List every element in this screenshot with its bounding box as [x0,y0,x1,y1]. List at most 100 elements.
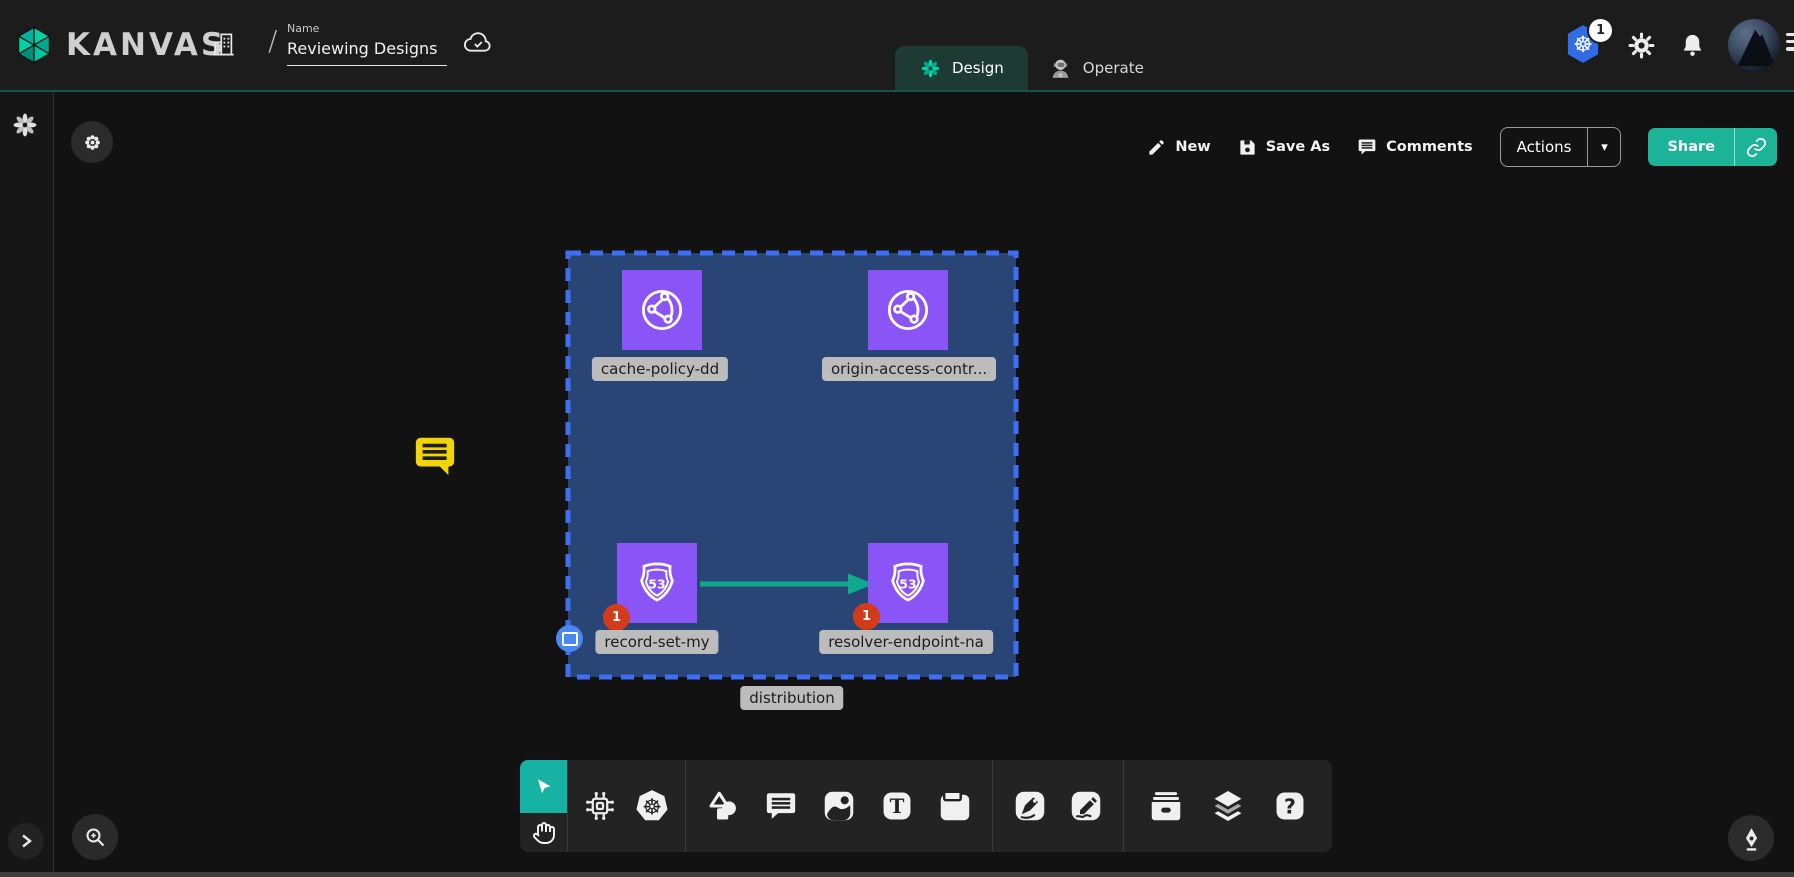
pen-nib-icon [1739,826,1764,851]
comments-button-label: Comments [1386,139,1473,155]
copy-link-icon[interactable] [1734,128,1777,166]
actions-dropdown[interactable]: Actions ▾ [1500,127,1622,167]
breadcrumb-separator: / [268,24,277,57]
header-right: ☸ 1 [1564,0,1780,90]
cloudfront-globe-icon [636,284,688,336]
design-name-input[interactable] [287,35,447,66]
avatar-silhouette [1728,19,1780,71]
kubernetes-context-count-badge: 1 [1587,17,1614,44]
organization-building-icon[interactable] [210,30,237,59]
layers-icon [1209,787,1247,825]
mode-tabs: Design Operate [895,46,1164,90]
route53-shield-icon: 53 [883,558,933,608]
node-resolver-endpoint[interactable]: 53 [868,543,948,623]
record-set-issue-badge[interactable]: 1 [603,604,630,631]
new-button[interactable]: New [1147,138,1210,157]
image-icon [821,788,857,824]
whiteboard-pen-button[interactable] [1728,815,1774,861]
sidebar-expand-button[interactable] [8,823,44,859]
chip-icon [582,788,618,824]
pointer-tools-column [520,760,568,852]
drawer-archive-icon [1147,787,1185,825]
component-tools-section: ☸ [568,760,686,852]
drawer-tool[interactable] [1146,786,1186,826]
frame-icon [937,788,973,824]
node-origin-access-control[interactable] [868,270,948,350]
node-label-record-set[interactable]: record-set-my [595,630,718,654]
floppy-save-icon [1238,138,1257,157]
route53-number: 53 [899,576,916,591]
comment-pin[interactable] [412,432,458,478]
group-selection-handle[interactable] [556,625,583,652]
layers-tool[interactable] [1208,786,1248,826]
shapes-tool[interactable] [703,786,743,826]
bottom-edge-strip [0,872,1794,877]
kubernetes-context-button[interactable]: ☸ 1 [1564,23,1604,67]
comments-icon [1357,137,1377,157]
notifications-bell-icon[interactable] [1679,32,1706,59]
chevron-down-icon[interactable]: ▾ [1587,128,1620,166]
design-name-label: Name [287,22,447,35]
image-tool[interactable] [819,786,859,826]
help-tool[interactable]: ? [1270,786,1310,826]
hand-icon [532,821,556,845]
user-avatar[interactable] [1728,19,1780,71]
new-button-label: New [1175,139,1210,155]
pencil-icon [1147,138,1166,157]
pen-tool[interactable] [1010,786,1050,826]
design-swirl-icon [919,57,942,80]
cursor-arrow-icon [533,776,555,798]
pan-tool[interactable] [520,814,567,852]
meshery-swirl-icon[interactable] [10,110,40,140]
comments-button[interactable]: Comments [1357,137,1473,157]
pencil-tool[interactable] [1066,786,1106,826]
kanvas-app: KANVAS / Name [0,0,1794,877]
node-label-origin-access-control[interactable]: origin-access-contr... [822,357,996,381]
zoom-in-button[interactable] [72,814,118,860]
frame-tool[interactable] [935,786,975,826]
node-label-resolver-endpoint[interactable]: resolver-endpoint-na [819,630,993,654]
text-tool[interactable]: T [877,786,917,826]
dock-flower-button[interactable] [71,121,113,163]
text-tool-icon: T [880,789,914,823]
hamburger-menu-icon[interactable] [1786,33,1794,55]
node-cache-policy[interactable] [622,270,702,350]
select-tool[interactable] [520,760,567,813]
tool-dock: ☸ [520,760,1332,852]
comment-icon [764,789,798,823]
share-button-label: Share [1648,128,1734,166]
node-record-set[interactable]: 53 [617,543,697,623]
cloud-sync-icon [462,30,494,55]
node-label-cache-policy[interactable]: cache-policy-dd [592,357,728,381]
comment-tool[interactable] [761,786,801,826]
chevron-right-icon [17,832,35,850]
kanvas-logo-icon [12,22,56,68]
settings-gear-icon[interactable] [1626,30,1657,61]
resolver-endpoint-issue-badge[interactable]: 1 [853,603,880,630]
edge-record-set-to-resolver[interactable] [698,568,880,600]
meshery-components-tool[interactable] [580,786,620,826]
svg-text:?: ? [1284,794,1296,818]
route53-shield-icon: 53 [632,558,682,608]
tab-operate[interactable]: Operate [1028,46,1164,90]
kubernetes-components-tool[interactable]: ☸ [632,786,672,826]
left-sidebar [0,92,54,877]
utility-tools-section: ? [1124,760,1332,852]
flower-icon [81,131,104,154]
tab-operate-label: Operate [1083,59,1144,77]
shapes-icon [705,788,741,824]
pen-path-icon [1012,788,1048,824]
save-as-button-label: Save As [1266,139,1330,155]
group-label-distribution[interactable]: distribution [740,686,843,710]
comment-pin-icon [412,432,458,478]
canvas-action-bar: New Save As Comments Actions ▾ Share [1147,127,1777,167]
question-mark-icon: ? [1273,789,1307,823]
annotation-tools-section: T [686,760,994,852]
tab-design[interactable]: Design [895,46,1028,90]
save-as-button[interactable]: Save As [1238,138,1330,157]
design-name-block: Name [287,22,447,66]
actions-dropdown-label: Actions [1501,128,1588,166]
tab-design-label: Design [952,59,1004,77]
share-button[interactable]: Share [1648,128,1777,166]
brand[interactable]: KANVAS [12,0,226,90]
